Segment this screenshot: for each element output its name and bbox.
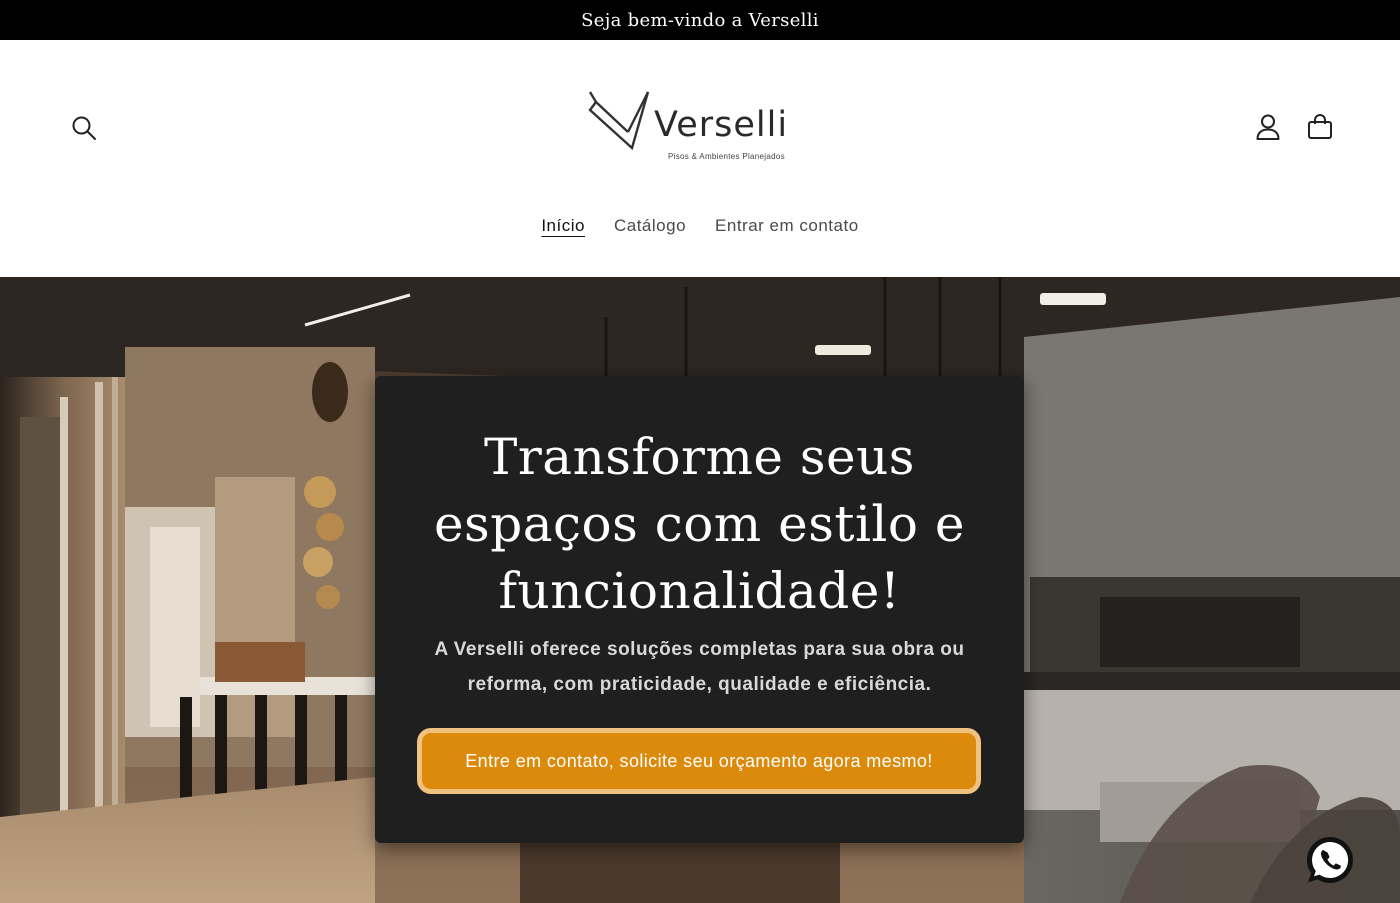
cart-button[interactable] [1300, 107, 1340, 147]
nav-item-catalogo[interactable]: Catálogo [614, 216, 686, 238]
cta-contact-button[interactable]: Entre em contato, solicite seu orçamento… [417, 728, 981, 794]
main-nav: Início Catálogo Entrar em contato [0, 216, 1400, 238]
announcement-text: Seja bem-vindo a Verselli [581, 9, 819, 31]
brand-name: Verselli [654, 105, 789, 145]
search-button[interactable] [64, 108, 104, 148]
whatsapp-button[interactable] [1304, 834, 1356, 886]
hero-subtext: A Verselli oferece soluções completas pa… [434, 639, 965, 695]
whatsapp-icon [1306, 837, 1354, 883]
site-header: Verselli Pisos & Ambientes Planejados In… [0, 40, 1400, 277]
search-icon [72, 116, 96, 140]
cart-icon [1308, 114, 1332, 139]
nav-item-inicio[interactable]: Início [541, 216, 585, 238]
logo-mark-icon [588, 91, 650, 151]
brand-tagline: Pisos & Ambientes Planejados [668, 152, 785, 161]
brand-logo[interactable]: Verselli Pisos & Ambientes Planejados [586, 86, 806, 166]
account-button[interactable] [1248, 107, 1288, 147]
account-icon [1256, 114, 1280, 140]
announcement-bar: Seja bem-vindo a Verselli [0, 0, 1400, 40]
nav-item-contato[interactable]: Entrar em contato [715, 216, 859, 238]
hero-banner: Transforme seus espaços com estilo e fun… [0, 277, 1400, 903]
hero-headline: Transforme seus espaços com estilo e fun… [433, 428, 966, 620]
cta-label: Entre em contato, solicite seu orçamento… [465, 751, 933, 771]
hero-card: Transforme seus espaços com estilo e fun… [375, 376, 1024, 843]
